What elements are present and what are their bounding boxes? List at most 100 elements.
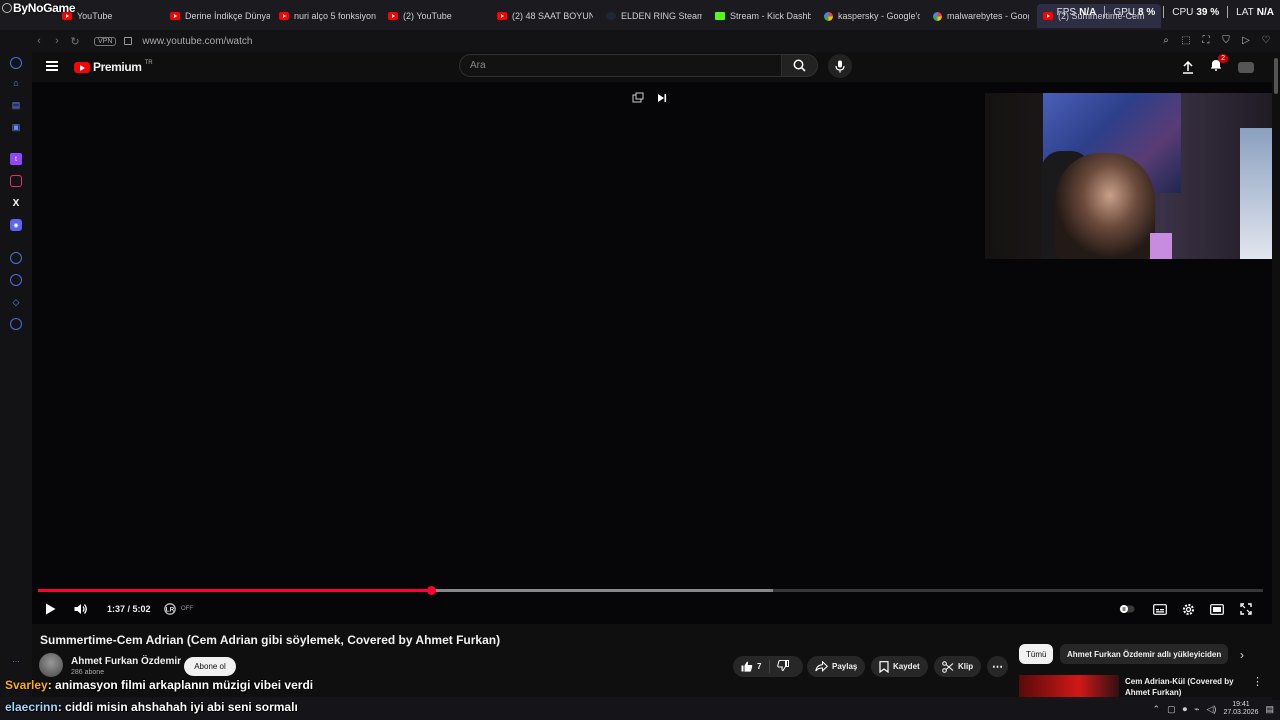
search-input[interactable] (460, 55, 781, 76)
extension-icon[interactable]: ⬚ (1180, 33, 1192, 47)
theater-icon (1210, 603, 1224, 615)
browser-tab[interactable]: nuri alço 5 fonksiyon (279, 6, 379, 26)
hamburger-menu-icon[interactable] (46, 61, 58, 71)
tray-app-icon[interactable]: ▢ (1167, 704, 1176, 715)
captions-icon (1153, 603, 1167, 615)
more-icon[interactable]: ⋯ (10, 656, 22, 668)
tab-label: kaspersky - Google'd (838, 11, 920, 21)
autoplay-label: OFF (181, 606, 193, 612)
stat-key: GPU (1113, 6, 1135, 18)
clock[interactable]: 19:41 27.03.2026 (1223, 701, 1258, 717)
stat-value: N/A (1256, 6, 1274, 18)
chip-all[interactable]: Tümü (1019, 644, 1054, 664)
notifications-button[interactable]: 2 (1210, 54, 1228, 76)
settings-button[interactable] (1180, 601, 1196, 617)
browser-tab[interactable]: Stream - Kick Dashb (715, 6, 811, 26)
more-vertical-icon[interactable]: ⋮ (1252, 675, 1263, 688)
thumbs-down-icon (777, 659, 790, 672)
discord-icon[interactable]: ◉ (10, 219, 22, 231)
player-top-controls (632, 92, 668, 104)
search-button[interactable] (781, 54, 818, 77)
browser-tab[interactable]: (2) 48 SAAT BOYUNC (497, 6, 593, 26)
autoplay-toggle[interactable]: LR OFF (164, 603, 193, 615)
channel-name[interactable]: Ahmet Furkan Özdemir (71, 656, 181, 667)
save-button[interactable]: Kaydet (871, 656, 928, 677)
back-arrow-icon[interactable]: ‹ (30, 32, 48, 50)
instagram-icon[interactable] (10, 175, 22, 187)
stat-key: FPS (1056, 6, 1077, 18)
chip-uploader[interactable]: Ahmet Furkan Özdemir adlı yükleyiciden (1060, 644, 1229, 664)
pinboard-icon[interactable]: ◇ (10, 296, 22, 308)
snapshot-icon[interactable]: ⛶ (1200, 33, 1212, 47)
microphone-icon[interactable]: ⏺ (1183, 704, 1188, 715)
account-avatar[interactable] (1238, 61, 1254, 73)
browser-tab[interactable]: malwarebytes - Goog (933, 6, 1029, 26)
notifications-icon[interactable]: ▤ (1265, 704, 1274, 715)
progress-scrubber[interactable] (427, 586, 437, 595)
tab-label: (2) YouTube (403, 11, 452, 21)
subtitles-button[interactable] (1152, 601, 1168, 617)
url-field[interactable]: www.youtube.com/watch (142, 36, 252, 47)
tab-label: (2) 48 SAAT BOYUNC (512, 11, 593, 21)
history-icon[interactable] (10, 274, 22, 286)
volume-icon[interactable]: ◁) (1207, 704, 1217, 715)
crypto-wallet-icon[interactable]: ▤ (10, 99, 22, 111)
page-scrollbar[interactable] (1272, 52, 1280, 700)
voice-search-button[interactable] (828, 54, 852, 78)
more-actions-button[interactable]: ⋯ (987, 656, 1008, 677)
chevron-up-icon[interactable]: ⌃ (1153, 704, 1161, 715)
kick-icon (715, 12, 725, 20)
player-icon[interactable] (10, 252, 22, 264)
clip-button[interactable]: Klip (934, 656, 982, 677)
messenger-icon[interactable]: ▣ (10, 121, 22, 133)
shield-icon[interactable]: ⛉ (1220, 33, 1232, 47)
lock-icon[interactable] (124, 37, 133, 45)
scissors-icon (942, 660, 954, 673)
address-bar: ‹ › ↻ VPN www.youtube.com/watch ⌕ ⬚ ⛶ ⛉ … (0, 30, 1280, 52)
miniplayer-icon[interactable] (632, 92, 644, 104)
subscribe-button[interactable]: Abone ol (184, 657, 236, 676)
browser-tab[interactable]: kaspersky - Google'd (824, 6, 920, 26)
scrollbar-thumb[interactable] (1274, 58, 1278, 94)
wifi-icon[interactable]: ⌁ (1194, 704, 1199, 715)
browser-tab[interactable]: (2) YouTube (388, 6, 488, 26)
forward-arrow-icon[interactable]: › (48, 32, 66, 50)
browser-tab[interactable]: Derine İndikçe Dünya (170, 6, 270, 26)
fullscreen-button[interactable] (1238, 601, 1254, 617)
chevron-right-icon[interactable]: › (1240, 648, 1244, 662)
upload-icon[interactable] (1182, 60, 1194, 74)
share-label: Paylaş (832, 662, 858, 671)
progress-bar[interactable] (38, 586, 1263, 595)
twitch-icon[interactable]: t (10, 153, 22, 165)
zoom-icon[interactable]: ⌕ (1160, 33, 1172, 47)
play-button[interactable] (42, 601, 58, 617)
fps-stat: FPS N/A (1057, 7, 1097, 18)
aria-icon[interactable] (10, 57, 22, 69)
like-button[interactable]: 7 (741, 661, 761, 672)
reload-icon[interactable]: ↻ (66, 32, 84, 50)
volume-button[interactable] (73, 601, 89, 617)
share-button[interactable]: Paylaş (807, 656, 866, 677)
like-divider (769, 660, 770, 673)
browser-tab[interactable]: ELDEN RING Steam'u (606, 6, 702, 26)
video-player[interactable]: 1:37 / 5:02 LR OFF (32, 82, 1280, 624)
player-icon[interactable]: ▷ (1240, 33, 1252, 47)
header-actions: 2 (1182, 54, 1254, 76)
tab-label: Stream - Kick Dashb (730, 11, 811, 21)
next-video-icon[interactable] (656, 92, 668, 104)
x-icon[interactable]: X (10, 197, 22, 209)
channel-avatar[interactable] (39, 653, 63, 677)
settings-icon[interactable] (10, 318, 22, 330)
recommendation-title[interactable]: Cem Adrian-Kül (Covered by Ahmet Furkan) (1125, 676, 1235, 698)
vpn-badge[interactable]: VPN (94, 36, 117, 46)
stat-divider (1227, 6, 1229, 18)
browser-tab[interactable]: YouTube (62, 6, 162, 26)
youtube-logo[interactable]: Premium TR (74, 60, 153, 74)
dislike-button[interactable] (777, 659, 790, 673)
theater-mode-button[interactable] (1209, 601, 1225, 617)
youtube-icon (1043, 12, 1053, 20)
heart-icon[interactable]: ♡ (1260, 33, 1272, 47)
player-controls: 1:37 / 5:02 LR OFF (32, 597, 1272, 621)
workspaces-icon[interactable]: ⌂ (10, 77, 22, 89)
autoplay-switch[interactable] (1119, 601, 1135, 617)
